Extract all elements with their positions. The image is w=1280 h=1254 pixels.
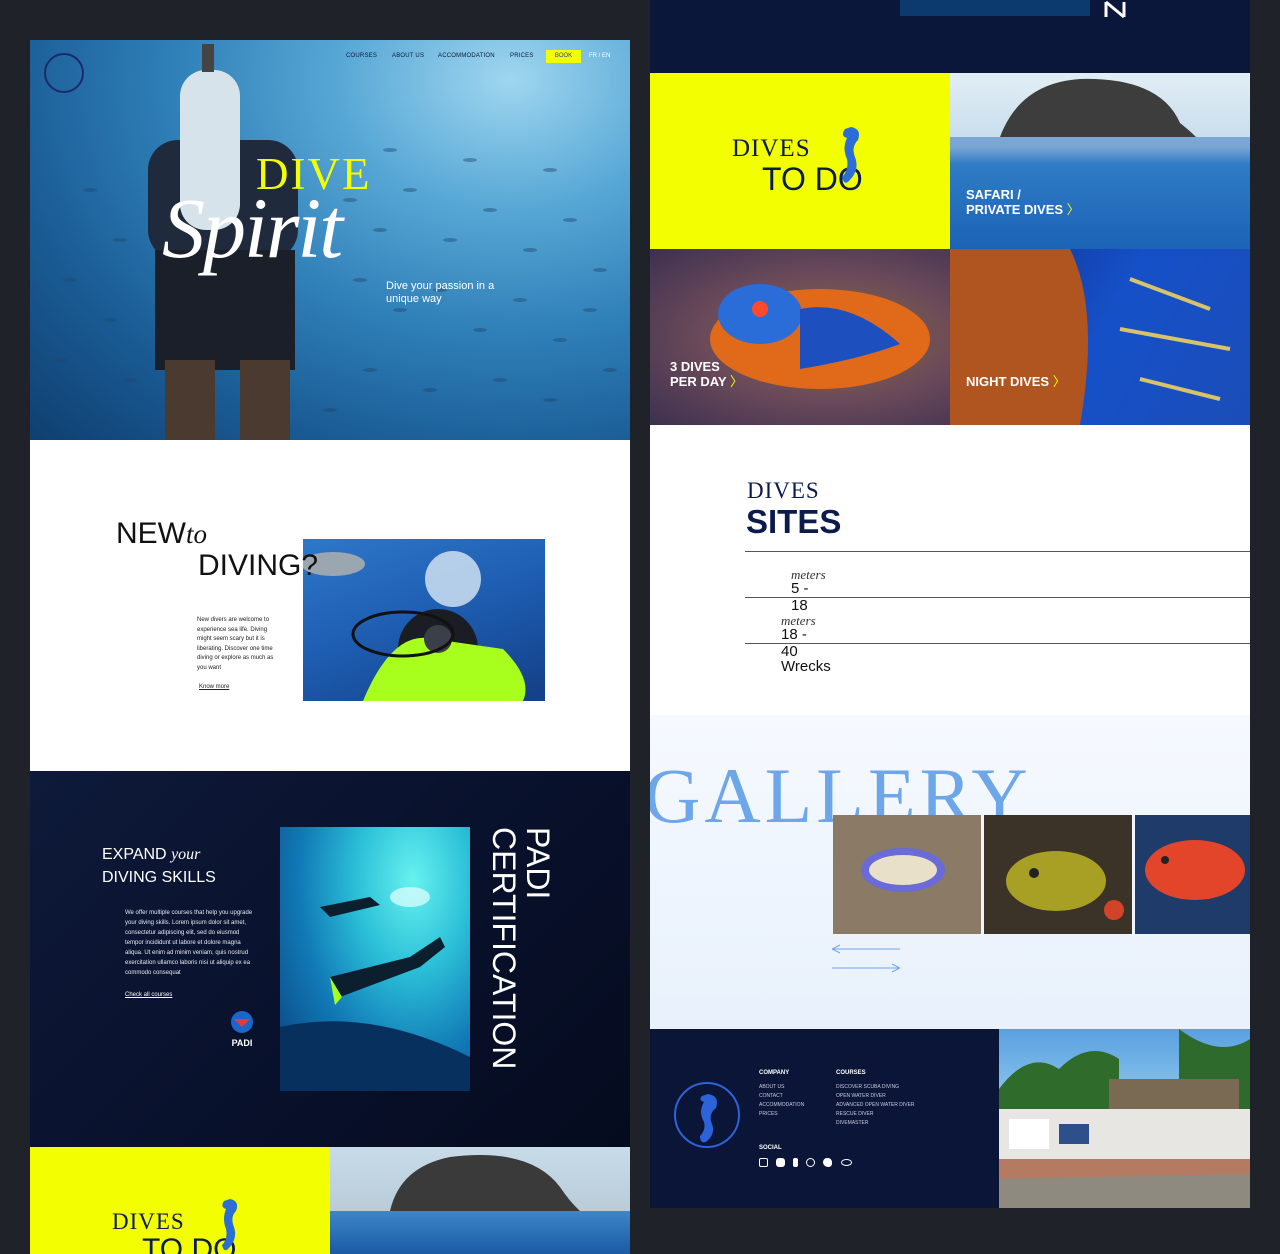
- gallery-image-triggerfish[interactable]: [984, 815, 1132, 934]
- nav-courses[interactable]: COURSES: [346, 53, 377, 59]
- nav-about-us[interactable]: ABOUT US: [392, 53, 424, 59]
- gallery-image-grouper[interactable]: [1135, 815, 1250, 934]
- language-switcher[interactable]: FR / EN: [589, 53, 610, 59]
- rock-island-image: [330, 1147, 630, 1254]
- footer-link-open-water[interactable]: OPEN WATER DIVER: [836, 1092, 915, 1101]
- footer-company-links: ABOUT US CONTACT ACCOMMODATION PRICES: [759, 1083, 804, 1119]
- instagram-icon[interactable]: [759, 1158, 768, 1167]
- expand-title-line1: EXPAND your: [102, 846, 201, 863]
- dives-to-do-title-block: DIVES TO DO: [650, 73, 950, 249]
- padi-section-tail: [650, 0, 1250, 73]
- homepage-mockup-continued: DIVES TO DO SAFARI / PRIVATE DIVES 〉 3 D: [650, 0, 1250, 1208]
- footer-link-accommodation[interactable]: ACCOMMODATION: [759, 1101, 804, 1110]
- gallery-prev-arrow[interactable]: [832, 944, 900, 954]
- dive-sites-title-line2: SITES: [746, 503, 842, 540]
- hero-tagline: Dive your passion in a unique way: [386, 280, 495, 305]
- tile-safari-private-dives[interactable]: SAFARI / PRIVATE DIVES 〉: [950, 73, 1250, 249]
- footer-brand-logo[interactable]: [674, 1082, 740, 1148]
- whatsapp-icon[interactable]: [806, 1158, 815, 1167]
- padi-certification-vertical-title: PADI CERTIFICATION: [486, 827, 556, 1070]
- dives-to-do-title-line1: DIVES: [732, 135, 811, 162]
- dive-center-photo: [999, 1029, 1250, 1208]
- coral-reef-image: [950, 249, 1231, 425]
- footer-company-heading: COMPANY: [759, 1070, 790, 1076]
- footer-courses-links: DISCOVER SCUBA DIVING OPEN WATER DIVER A…: [836, 1083, 915, 1128]
- seahorse-icon: [842, 127, 860, 183]
- seahorse-icon: [700, 1094, 717, 1143]
- site-row-5-18[interactable]: 5 - 18 meters: [745, 551, 1250, 614]
- twitter-icon[interactable]: [823, 1158, 832, 1167]
- hero-title-spirit: Spirit: [162, 180, 343, 276]
- site-row-18-40[interactable]: 18 - 40 meters: [745, 597, 1250, 660]
- know-more-link[interactable]: Know more: [199, 684, 229, 690]
- book-button[interactable]: BOOK: [546, 50, 581, 63]
- footer-link-contact[interactable]: CONTACT: [759, 1092, 804, 1101]
- dives-to-do-section: DIVES TO DO SAFARI / PRIVATE DIVES 〉 3 D: [650, 73, 1250, 425]
- gallery-section: GALLERY: [650, 715, 1250, 1029]
- tile-night-label: NIGHT DIVES 〉: [966, 374, 1066, 389]
- mandarin-fish-image: [710, 284, 930, 389]
- youtube-icon[interactable]: [776, 1158, 785, 1167]
- footer-social-heading: SOCIAL: [759, 1145, 782, 1151]
- tripadvisor-icon[interactable]: [841, 1159, 852, 1166]
- padi-certification-section: EXPAND your DIVING SKILLS We offer multi…: [30, 771, 630, 1147]
- new-to-diving-title-line2: DIVING?: [198, 549, 319, 582]
- seahorse-icon: [222, 1199, 238, 1251]
- tile-safari-label: SAFARI / PRIVATE DIVES 〉: [966, 187, 1080, 217]
- brand-logo[interactable]: [44, 53, 84, 93]
- new-to-diving-section: NEWto DIVING? New divers are welcome to …: [30, 440, 630, 771]
- gallery-image-nudibranch[interactable]: [833, 815, 981, 934]
- tile-night-dives[interactable]: NIGHT DIVES 〉: [950, 249, 1250, 425]
- dives-to-do-preview: DIVES TO DO: [30, 1147, 630, 1254]
- new-to-diving-title-line1: NEWto: [116, 517, 208, 550]
- padi-logo-text: PADI: [231, 1038, 253, 1048]
- tile-3-dives-label: 3 DIVES PER DAY 〉: [670, 359, 744, 389]
- tile-3-dives-per-day[interactable]: 3 DIVES PER DAY 〉: [650, 249, 950, 425]
- footer-link-discover-scuba[interactable]: DISCOVER SCUBA DIVING: [836, 1083, 915, 1092]
- new-to-diving-description: New divers are welcome to experience sea…: [197, 617, 274, 671]
- dives-to-do-preview-title: DIVES TO DO: [30, 1147, 330, 1254]
- site-row-wrecks[interactable]: Wrecks: [745, 643, 1250, 689]
- check-all-courses-link[interactable]: Check all courses: [125, 992, 172, 998]
- footer-courses-heading: COURSES: [836, 1070, 866, 1076]
- rock-island-image: [950, 78, 1250, 249]
- facebook-icon[interactable]: [793, 1158, 798, 1167]
- dive-sites-title-line1: DIVES: [747, 478, 820, 503]
- gallery-next-arrow[interactable]: [832, 963, 900, 973]
- homepage-mockup: COURSES ABOUT US ACCOMMODATION PRICES BO…: [30, 40, 630, 1254]
- new-diver-image: [303, 539, 545, 701]
- dive-sites-section: DIVES SITES 5 - 18 meters 18 - 40 meters W…: [650, 425, 1250, 715]
- footer-link-prices[interactable]: PRICES: [759, 1110, 804, 1119]
- padi-divers-image: [280, 827, 470, 1091]
- footer-link-divemaster[interactable]: DIVEMASTER: [836, 1119, 915, 1128]
- footer-link-advanced-open-water[interactable]: ADVANCED OPEN WATER DIVER: [836, 1101, 915, 1110]
- nav-prices[interactable]: PRICES: [510, 53, 534, 59]
- nav-accommodation[interactable]: ACCOMMODATION: [438, 53, 495, 59]
- hero-section: COURSES ABOUT US ACCOMMODATION PRICES BO…: [30, 40, 630, 440]
- footer-link-about[interactable]: ABOUT US: [759, 1083, 804, 1092]
- expand-title-line2: DIVING SKILLS: [102, 869, 216, 886]
- footer-link-rescue-diver[interactable]: RESCUE DIVER: [836, 1110, 915, 1119]
- padi-logo: PADI: [229, 1011, 255, 1048]
- site-footer: COMPANY ABOUT US CONTACT ACCOMMODATION P…: [650, 1029, 1250, 1208]
- courses-description: We offer multiple courses that help you …: [125, 910, 253, 976]
